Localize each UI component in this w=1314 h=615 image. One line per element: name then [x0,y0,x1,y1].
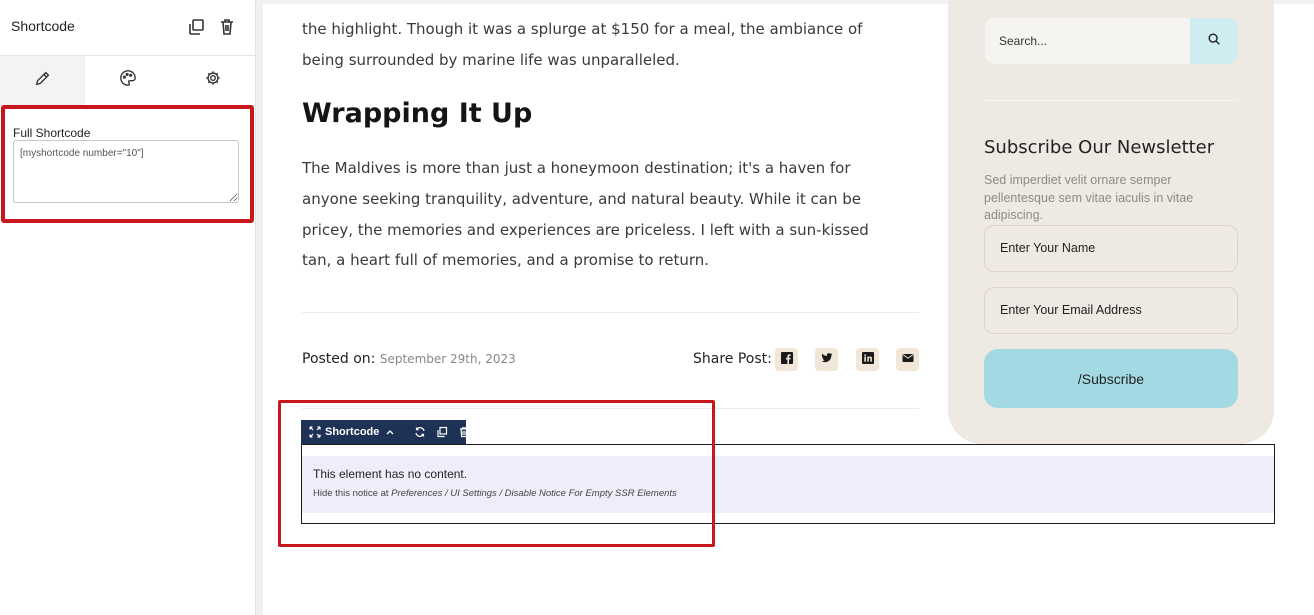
name-placeholder: Enter Your Name [1000,241,1096,255]
linkedin-icon [861,351,874,369]
article-paragraph-2: The Maldives is more than just a honeymo… [302,153,902,276]
properties-panel: Shortcode [0,0,256,615]
share-post-label: Share Post: [693,351,772,367]
panel-title: Shortcode [11,18,75,34]
palette-icon [119,69,137,92]
article-line: pricey, the memories and experiences are… [302,220,869,239]
sidebar-divider [985,100,1238,101]
posted-on: Posted on: September 29th, 2023 [302,351,516,367]
email-field[interactable]: Enter Your Email Address [984,287,1238,334]
email-icon [902,351,914,369]
share-email-button[interactable] [896,348,919,371]
article-line: the highlight. Though it was a splurge a… [302,20,863,38]
article-line: tan, a heart full of memories, and a pro… [302,251,710,270]
search-input[interactable]: Search... [999,34,1047,48]
name-field[interactable]: Enter Your Name [984,225,1238,272]
posted-date: September 29th, 2023 [379,352,516,366]
tab-settings[interactable] [170,56,255,105]
panel-header: Shortcode [0,0,255,56]
share-linkedin-button[interactable] [856,348,879,371]
share-twitter-button[interactable] [815,348,838,371]
article-heading: Wrapping It Up [302,98,533,129]
tab-content[interactable] [0,56,85,105]
divider [302,312,919,313]
search-icon [1207,32,1221,51]
subscribe-button[interactable]: /Subscribe [984,349,1238,408]
article-line: being surrounded by marine life was unpa… [302,50,680,69]
full-shortcode-textarea[interactable]: [myshortcode number="10"] [13,140,239,203]
article-line: anyone seeking tranquility, adventure, a… [302,189,861,208]
full-shortcode-label: Full Shortcode [13,126,91,140]
share-facebook-button[interactable] [775,348,798,371]
facebook-icon [780,351,793,369]
article-line: The Maldives is more than just a honeymo… [302,159,851,177]
pencil-icon [34,69,52,92]
panel-tabs [0,56,255,106]
newsletter-title: Subscribe Our Newsletter [984,137,1215,158]
trash-icon[interactable] [217,17,237,37]
posted-label: Posted on: [302,351,376,367]
copy-icon[interactable] [186,17,206,37]
tab-style[interactable] [85,56,170,105]
newsletter-description: Sed imperdiet velit ornare semper pellen… [984,173,1194,222]
twitter-icon [821,351,833,369]
email-placeholder: Enter Your Email Address [1000,303,1142,317]
gear-icon [204,69,222,92]
article-paragraph-1: the highlight. Though it was a splurge a… [302,14,902,76]
highlight-box-shortcode [278,400,715,547]
search-button[interactable] [1190,18,1238,64]
search-box[interactable]: Search... [985,18,1238,64]
